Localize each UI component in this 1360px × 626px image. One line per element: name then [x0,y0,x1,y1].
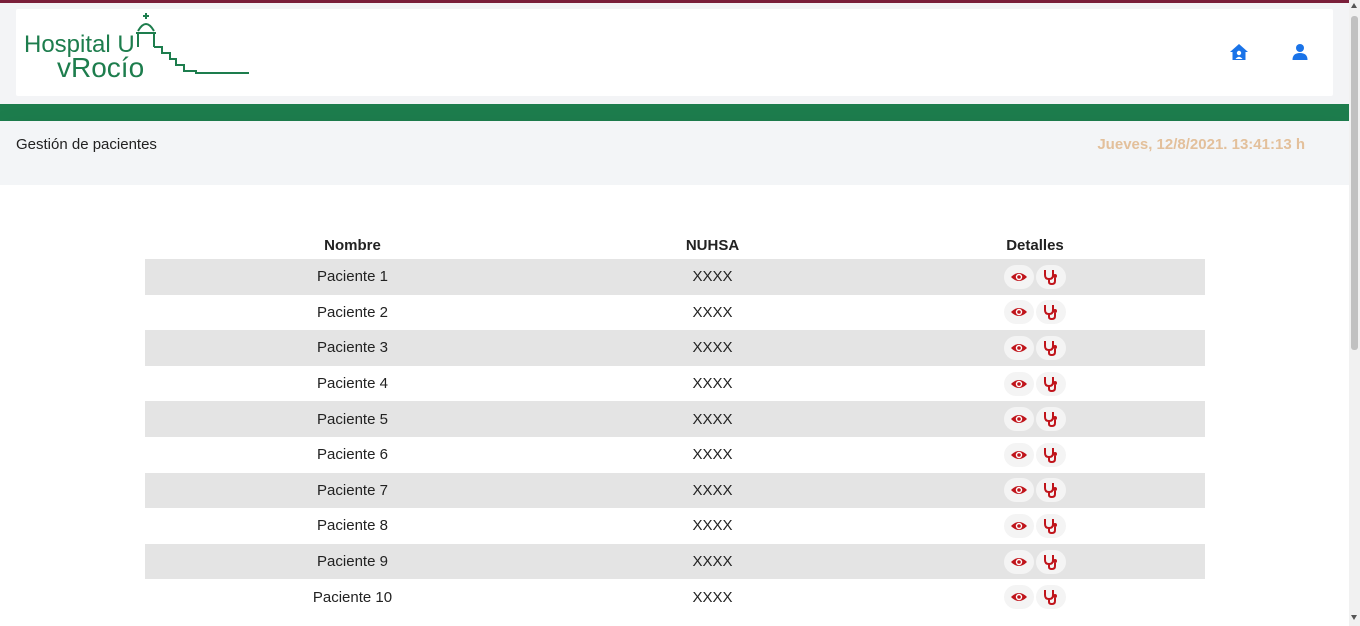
table-row: Paciente 6 XXXX [145,437,1205,473]
patient-name: Paciente 8 [317,517,388,535]
patient-name: Paciente 6 [317,446,388,464]
column-header-nombre: Nombre [324,236,381,254]
patient-details-cell [865,579,1205,615]
table-row: Paciente 3 XXXX [145,330,1205,366]
column-header-detalles: Detalles [1006,236,1064,254]
patients-table: Nombre NUHSA Detalles Paciente 1 XXXX Paci… [145,225,1205,615]
medical-record-button[interactable] [1036,513,1066,538]
scroll-up-arrow-icon[interactable] [1351,3,1357,8]
medical-record-button[interactable] [1036,300,1066,325]
view-details-button[interactable] [1004,371,1034,396]
medical-record-button[interactable] [1036,371,1066,396]
user-icon[interactable] [1291,43,1315,65]
table-row: Paciente 2 XXXX [145,295,1205,331]
patient-nuhsa: XXXX [560,543,865,580]
table-row: Paciente 7 XXXX [145,472,1205,509]
medical-record-button[interactable] [1036,407,1066,432]
medical-record-button[interactable] [1036,442,1066,467]
view-details-button[interactable] [1004,442,1034,467]
patient-details-cell [865,295,1205,331]
patient-nuhsa: XXXX [560,472,865,509]
patient-nuhsa: XXXX [692,588,733,606]
patient-details-cell [865,508,1205,544]
patient-name: Paciente 9 [145,543,560,580]
patient-name: Paciente 3 [145,330,560,366]
medical-record-button[interactable] [1036,585,1066,610]
column-header-nuhsa: NUHSA [685,236,740,254]
green-divider-bar [0,104,1349,121]
table-row: Paciente 9 XXXX [145,543,1205,580]
scrollbar-thumb[interactable] [1351,16,1358,350]
view-details-button[interactable] [1004,549,1034,574]
home-icon[interactable] [1229,43,1253,65]
medical-record-button[interactable] [1036,549,1066,574]
patient-details-cell [865,259,1205,295]
navbar: Hospital U vRocío [16,9,1333,96]
patient-nuhsa: XXXX [692,375,733,393]
patient-name: Paciente 2 [317,303,388,321]
patient-name: Paciente 4 [317,375,388,393]
patient-nuhsa: XXXX [692,446,733,464]
table-row: Paciente 1 XXXX [145,259,1205,295]
patient-details-cell [865,401,1205,437]
page: Hospital U vRocío Gestión de pacientes J… [0,0,1360,626]
table-row: Paciente 5 XXXX [145,401,1205,437]
hospital-logo[interactable]: Hospital U vRocío [24,11,249,81]
patient-nuhsa: XXXX [560,259,865,295]
patient-name: Paciente 7 [145,472,560,509]
current-datetime: Jueves, 12/8/2021. 13:41:13 h [1097,136,1305,153]
top-accent-line [0,0,1350,3]
patient-nuhsa: XXXX [560,330,865,366]
patient-details-cell [865,472,1205,509]
vertical-scrollbar[interactable] [1349,0,1360,626]
page-subheader: Gestión de pacientes Jueves, 12/8/2021. … [0,121,1349,185]
patient-nuhsa: XXXX [692,517,733,535]
view-details-button[interactable] [1004,585,1034,610]
patient-details-cell [865,330,1205,366]
table-row: Paciente 8 XXXX [145,508,1205,544]
view-details-button[interactable] [1004,513,1034,538]
view-details-button[interactable] [1004,300,1034,325]
view-details-button[interactable] [1004,478,1034,503]
patient-name: Paciente 10 [312,588,393,606]
scroll-down-arrow-icon[interactable] [1351,615,1357,620]
medical-record-button[interactable] [1036,335,1066,360]
patient-name: Paciente 1 [145,259,560,295]
logo-text-rocio: vRocío [57,52,144,81]
table-header-row: Nombre NUHSA Detalles [145,225,1205,259]
main-content: Nombre NUHSA Detalles Paciente 1 XXXX Paci… [0,185,1349,626]
patient-details-cell [865,366,1205,402]
view-details-button[interactable] [1004,335,1034,360]
view-details-button[interactable] [1004,407,1034,432]
patient-name: Paciente 5 [145,401,560,437]
table-row: Paciente 4 XXXX [145,366,1205,402]
patient-nuhsa: XXXX [560,401,865,437]
medical-record-button[interactable] [1036,478,1066,503]
patient-details-cell [865,543,1205,580]
page-title: Gestión de pacientes [16,136,157,153]
patient-details-cell [865,437,1205,473]
table-row: Paciente 10 XXXX [145,579,1205,615]
medical-record-button[interactable] [1036,264,1066,289]
view-details-button[interactable] [1004,264,1034,289]
patient-nuhsa: XXXX [692,303,733,321]
